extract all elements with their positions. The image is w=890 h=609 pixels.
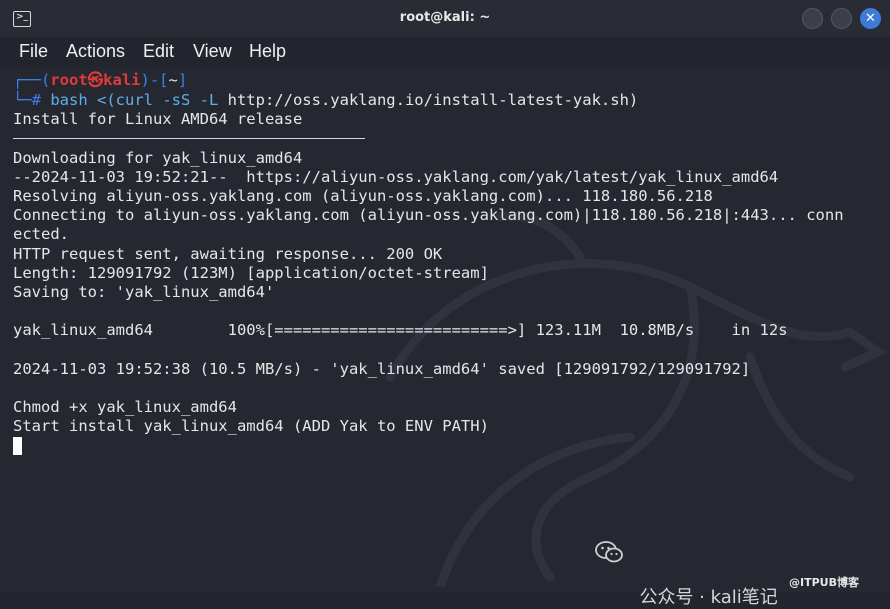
output-line: 2024-11-03 19:52:38 (10.5 MB/s) - 'yak_l… (13, 360, 751, 378)
watermark-text: 公众号 · kali笔记 (639, 587, 778, 608)
window-title: root@kali: ~ (399, 10, 491, 25)
output-line: Install for Linux AMD64 release (13, 110, 303, 128)
progress-line: yak_linux_amd64 100%[===================… (13, 321, 788, 339)
command-text: bash <(curl -sS -L (41, 91, 228, 109)
command-url: http://oss.yaklang.io/install-latest-yak… (227, 91, 639, 109)
menu-bar: File Actions Edit View Help (0, 37, 890, 67)
close-button[interactable]: ✕ (860, 8, 881, 29)
menu-help[interactable]: Help (249, 41, 286, 62)
prompt-hash: └─# (13, 91, 41, 109)
output-line: Length: 129091792 (123M) [application/oc… (13, 264, 489, 282)
output-line: HTTP request sent, awaiting response... … (13, 245, 443, 263)
prompt-frame-close: ] (177, 71, 188, 89)
output-line: Saving to: 'yak_linux_amd64' (13, 283, 275, 301)
output-line: Downloading for yak_linux_amd64 (13, 149, 303, 167)
menu-view[interactable]: View (193, 41, 232, 62)
output-line: Resolving aliyun-oss.yaklang.com (aliyun… (13, 187, 713, 205)
prompt-line-2: └─# bash <(curl -sS -L http://oss.yaklan… (13, 91, 638, 110)
title-bar: >_ root@kali: ~ ✕ (0, 0, 890, 37)
output-line: Start install yak_linux_amd64 (ADD Yak t… (13, 417, 489, 435)
output-line: Chmod +x yak_linux_amd64 (13, 398, 237, 416)
prompt-frame-open: ┌──( (13, 71, 51, 89)
menu-file[interactable]: File (19, 41, 48, 62)
prompt-frame-mid: )-[ (140, 71, 169, 89)
prompt-line-1: ┌──(root㉿kali)-[~] (13, 71, 187, 90)
prompt-user-host: root㉿kali (50, 71, 141, 89)
menu-edit[interactable]: Edit (143, 41, 174, 62)
output-line: Connecting to aliyun-oss.yaklang.com (al… (13, 206, 844, 224)
maximize-button[interactable] (831, 8, 852, 29)
menu-actions[interactable]: Actions (66, 41, 125, 62)
separator-line (13, 138, 365, 139)
wechat-icon (595, 541, 623, 563)
output-line: ected. (13, 225, 69, 243)
terminal-cursor (13, 437, 22, 455)
site-credit: @ITPUB博客 (789, 576, 859, 589)
minimize-button[interactable] (802, 8, 823, 29)
terminal-output[interactable]: ┌──(root㉿kali)-[~] └─# bash <(curl -sS -… (0, 67, 890, 593)
prompt-directory: ~ (168, 71, 178, 89)
watermark: 公众号 · kali笔记 (595, 541, 778, 609)
output-line: --2024-11-03 19:52:21-- https://aliyun-o… (13, 168, 779, 186)
